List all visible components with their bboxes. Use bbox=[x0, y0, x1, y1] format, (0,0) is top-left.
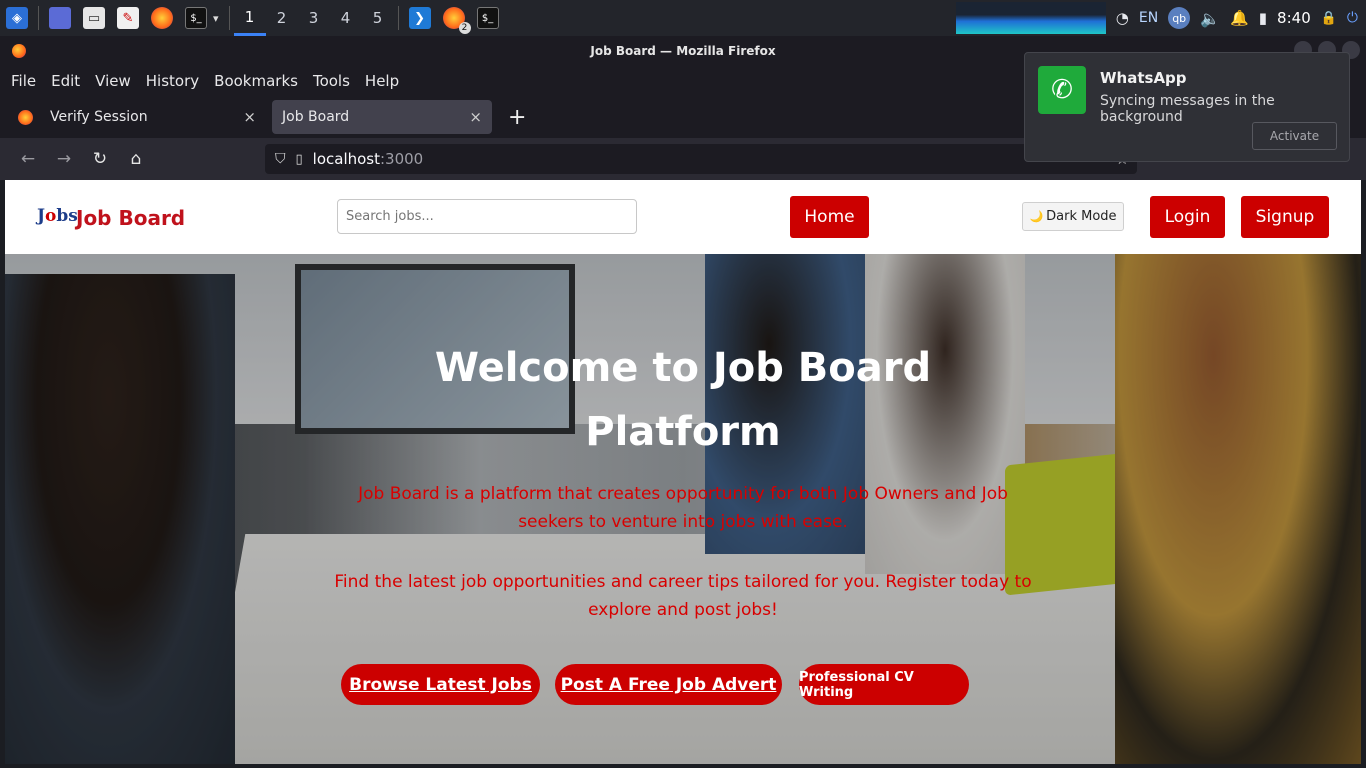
home-button[interactable]: ⌂ bbox=[118, 149, 154, 169]
site-header: Jobs Job Board Home 🌙 Dark Mode Login Si… bbox=[5, 180, 1361, 254]
new-tab-button[interactable]: + bbox=[508, 105, 526, 130]
taskbar-separator bbox=[38, 6, 39, 30]
taskbar-separator bbox=[397, 6, 399, 30]
notifications-bell-icon[interactable]: 🔔 bbox=[1230, 9, 1249, 27]
hero-description: Job Board is a platform that creates opp… bbox=[358, 484, 1008, 532]
desktop-icon[interactable] bbox=[49, 7, 71, 29]
volume-icon[interactable]: 🔈 bbox=[1200, 9, 1220, 28]
lock-screen-icon[interactable]: 🔒 bbox=[1321, 11, 1337, 26]
browse-latest-jobs-button[interactable]: Browse Latest Jobs bbox=[341, 664, 540, 705]
hero-title: Welcome to Job Board Platform bbox=[434, 345, 932, 455]
home-nav-button[interactable]: Home bbox=[790, 196, 869, 238]
url-host: localhost bbox=[312, 150, 380, 168]
workspace-4[interactable]: 4 bbox=[330, 0, 362, 36]
menu-view[interactable]: View bbox=[95, 72, 131, 90]
workspace-2[interactable]: 2 bbox=[266, 0, 298, 36]
whatsapp-icon: ✆ bbox=[1038, 66, 1086, 114]
keyboard-layout[interactable]: EN bbox=[1139, 10, 1158, 26]
taskbar-separator bbox=[228, 6, 230, 30]
window-count-badge: 2 bbox=[458, 22, 471, 34]
url-bar[interactable]: ⛉ ▯ localhost:3000 ☆ bbox=[265, 144, 1137, 174]
firefox-logo-icon bbox=[12, 44, 26, 58]
activate-button[interactable]: Activate bbox=[1252, 122, 1337, 150]
app-launcher-icon[interactable]: ◈ bbox=[6, 7, 28, 29]
moon-icon: 🌙 bbox=[1029, 210, 1044, 223]
firefox-view-icon[interactable] bbox=[18, 110, 33, 125]
battery-icon[interactable]: ▮ bbox=[1259, 9, 1267, 27]
site-brand[interactable]: Job Board bbox=[76, 206, 185, 230]
notification-title: WhatsApp bbox=[1100, 69, 1187, 87]
professional-cv-writing-button[interactable]: Professional CV Writing bbox=[799, 664, 969, 705]
search-jobs-input[interactable] bbox=[337, 199, 637, 234]
system-tray: ◔ EN qb 🔈 🔔 ▮ 8:40 🔒 ⏻ bbox=[955, 0, 1366, 36]
page-info-icon[interactable]: ▯ bbox=[296, 152, 303, 167]
login-button[interactable]: Login bbox=[1150, 196, 1225, 238]
notification-body: Syncing messages in the background bbox=[1100, 93, 1275, 125]
signup-button[interactable]: Signup bbox=[1241, 196, 1329, 238]
post-free-job-advert-button[interactable]: Post A Free Job Advert bbox=[555, 664, 782, 705]
close-tab-icon[interactable]: × bbox=[469, 108, 482, 126]
text-editor-icon[interactable]: ✎ bbox=[117, 7, 139, 29]
firefox-launcher-icon[interactable] bbox=[151, 7, 173, 29]
menu-history[interactable]: History bbox=[146, 72, 199, 90]
qbittorrent-icon[interactable]: qb bbox=[1168, 7, 1191, 29]
menu-file[interactable]: File bbox=[11, 72, 36, 90]
vscode-task-icon[interactable]: ❯ bbox=[408, 7, 431, 29]
web-page: Jobs Job Board Home 🌙 Dark Mode Login Si… bbox=[5, 180, 1361, 764]
menu-tools[interactable]: Tools bbox=[313, 72, 350, 90]
logo-letter-o: o bbox=[45, 206, 57, 226]
taskbar: ◈ ▭ ✎ $_ ▾ 1 2 3 4 5 ❯ 2 $_ ◔ EN qb 🔈 🔔 … bbox=[0, 0, 1366, 36]
power-icon[interactable]: ⏻ bbox=[1347, 10, 1358, 26]
hero-subtext: Find the latest job opportunities and ca… bbox=[334, 572, 1032, 620]
back-button[interactable]: ← bbox=[10, 149, 46, 169]
workspace-1[interactable]: 1 bbox=[233, 0, 266, 36]
tab-job-board[interactable]: Job Board × bbox=[272, 100, 492, 134]
menu-help[interactable]: Help bbox=[365, 72, 399, 90]
whatsapp-notification[interactable]: ✆ WhatsApp Syncing messages in the backg… bbox=[1024, 52, 1350, 162]
menu-bookmarks[interactable]: Bookmarks bbox=[214, 72, 298, 90]
forward-button[interactable]: → bbox=[46, 149, 82, 169]
url-port: :3000 bbox=[380, 150, 424, 168]
logo-letters-bs: bs bbox=[56, 206, 78, 226]
reload-button[interactable]: ↻ bbox=[82, 149, 118, 169]
cpu-graph bbox=[955, 2, 1106, 34]
dark-mode-toggle[interactable]: 🌙 Dark Mode bbox=[1022, 202, 1124, 231]
window-title: Job Board — Mozilla Firefox bbox=[590, 44, 776, 58]
firefox-task-icon[interactable]: 2 bbox=[442, 7, 471, 34]
workspace-3[interactable]: 3 bbox=[298, 0, 330, 36]
tab-label: Verify Session bbox=[50, 109, 148, 125]
logo-letter-j: J bbox=[37, 206, 46, 226]
tab-verify-session[interactable]: Verify Session × bbox=[40, 100, 266, 134]
launcher-dropdown-icon[interactable]: ▾ bbox=[213, 12, 219, 25]
tab-label: Job Board bbox=[282, 109, 350, 125]
clock[interactable]: 8:40 bbox=[1277, 9, 1311, 27]
hero-section: Welcome to Job Board Platform Job Board … bbox=[5, 254, 1361, 764]
close-tab-icon[interactable]: × bbox=[243, 108, 256, 126]
site-logo-icon[interactable]: Jobs bbox=[37, 206, 78, 226]
file-manager-icon[interactable]: ▭ bbox=[83, 7, 105, 29]
tracking-shield-icon[interactable]: ⛉ bbox=[275, 151, 286, 167]
menu-edit[interactable]: Edit bbox=[51, 72, 80, 90]
dark-mode-label: Dark Mode bbox=[1046, 209, 1117, 224]
terminal-task-icon[interactable]: $_ bbox=[476, 7, 499, 29]
terminal-launcher-icon[interactable]: $_ bbox=[185, 7, 207, 29]
network-icon[interactable]: ◔ bbox=[1116, 9, 1129, 27]
workspace-5[interactable]: 5 bbox=[362, 0, 394, 36]
